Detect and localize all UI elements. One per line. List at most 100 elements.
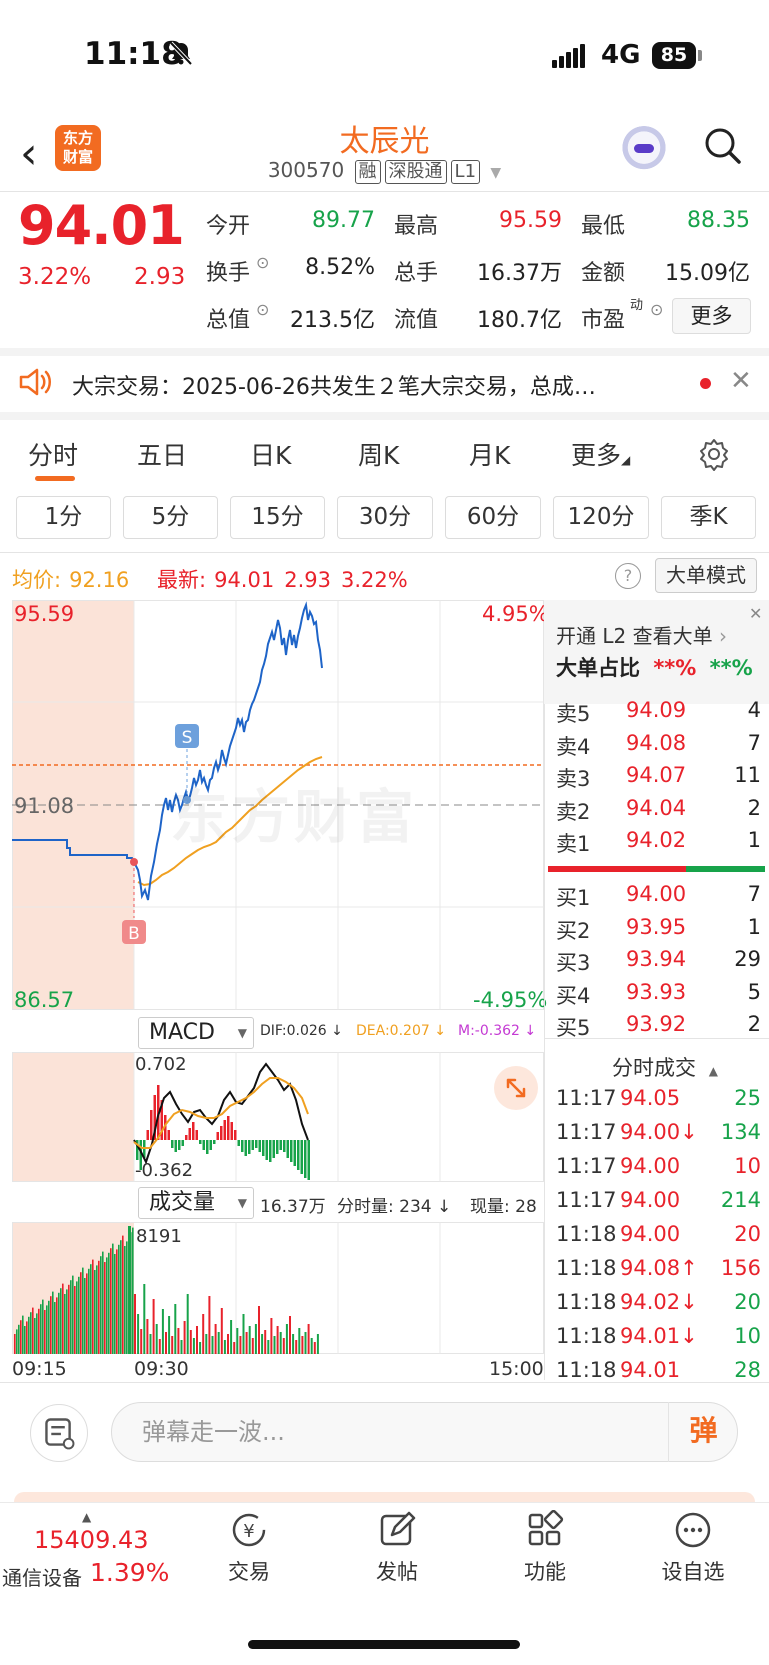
tab-monthly-k[interactable]: 月K <box>469 436 510 472</box>
nav-trade[interactable]: ¥ 交易 <box>199 1510 299 1586</box>
ask-row[interactable]: 卖2 94.04 2 <box>556 796 761 828</box>
search-icon[interactable] <box>704 127 742 165</box>
ask-row[interactable]: 卖3 94.07 11 <box>556 763 761 795</box>
sector-index-value[interactable]: 15409.43 <box>34 1526 149 1554</box>
danmu-input[interactable]: 弹幕走一波... <box>111 1402 738 1462</box>
volume-bar <box>118 1244 120 1354</box>
quote-label-turnover: 换手 <box>206 261 251 286</box>
subtab-5min[interactable]: 5分 <box>123 496 218 539</box>
volume-bar <box>134 1294 136 1354</box>
gear-icon[interactable] <box>697 437 731 471</box>
more-dots-icon <box>675 1512 711 1548</box>
volume-bar <box>18 1324 20 1354</box>
nav-functions[interactable]: 功能 <box>495 1510 595 1586</box>
subtab-30min[interactable]: 30分 <box>337 496 433 539</box>
subtab-1min[interactable]: 1分 <box>16 496 111 539</box>
ask-row[interactable]: 卖5 94.09 4 <box>556 698 761 730</box>
subtab-15min[interactable]: 15分 <box>230 496 325 539</box>
volume-chart[interactable] <box>12 1222 544 1354</box>
grid-icon <box>528 1510 564 1546</box>
volume-bar <box>72 1275 74 1354</box>
close-icon[interactable]: ✕ <box>730 366 752 396</box>
volume-bar <box>192 1338 195 1354</box>
latest-change: 2.93 <box>284 568 331 592</box>
macd-bar <box>174 1140 177 1152</box>
bid-row[interactable]: 买3 93.94 29 <box>556 947 761 979</box>
l2-promo-text[interactable]: 开通 L2 查看大单 › <box>556 620 727 649</box>
quote-value-total-volume: 16.37万 <box>477 261 562 286</box>
volume-bar <box>251 1338 254 1354</box>
quote-value-float-cap: 180.7亿 <box>477 308 562 333</box>
tab-daily-k[interactable]: 日K <box>250 436 291 472</box>
bid-row[interactable]: 买5 93.92 2 <box>556 1012 761 1044</box>
help-icon[interactable]: ? <box>615 563 641 589</box>
trade-row: 11:17 94.00↓ 134 <box>556 1120 761 1154</box>
danmu-send-button[interactable]: 弹 <box>668 1402 738 1462</box>
quote-label-low: 最低 <box>581 214 626 239</box>
close-icon[interactable]: ✕ <box>749 604 762 623</box>
subtab-quarter-k[interactable]: 季K <box>661 496 756 539</box>
trade-price: 94.02↓ <box>620 1290 698 1314</box>
ask-label: 卖4 <box>556 734 591 759</box>
trades-title[interactable]: 分时成交 ▲ <box>612 1052 718 1082</box>
macd-bar <box>272 1140 275 1158</box>
volume-bar <box>20 1320 22 1354</box>
volume-bar <box>94 1270 96 1354</box>
prev-close-label: 91.08 <box>14 794 75 818</box>
subtab-120min[interactable]: 120分 <box>553 496 649 539</box>
nav-post[interactable]: 发帖 <box>347 1510 447 1586</box>
volume-bar <box>34 1318 36 1354</box>
ask-volume: 4 <box>747 698 761 722</box>
macd-bar <box>146 1130 149 1140</box>
y-max-label: 95.59 <box>14 602 75 626</box>
expand-icon[interactable] <box>494 1066 538 1110</box>
volume-bar <box>183 1321 186 1354</box>
tab-five-day[interactable]: 五日 <box>137 436 187 472</box>
bid-row[interactable]: 买4 93.93 5 <box>556 980 761 1012</box>
avg-price: 均价: 92.16 <box>12 564 129 594</box>
volume-bar <box>16 1329 18 1354</box>
assistant-robot-icon[interactable] <box>620 126 668 174</box>
volume-bar <box>40 1304 42 1354</box>
latest-price: 最新: 94.01 2.93 3.22% <box>157 564 408 594</box>
edit-icon <box>380 1511 416 1546</box>
volume-bar <box>54 1302 56 1354</box>
volume-bar <box>165 1332 167 1354</box>
tab-weekly-k[interactable]: 周K <box>358 436 399 472</box>
trade-row: 11:17 94.00 10 <box>556 1154 761 1188</box>
volume-bar <box>110 1248 112 1354</box>
info-icon[interactable]: ⊙ <box>256 253 269 272</box>
tab-more[interactable]: 更多◢ <box>571 436 630 472</box>
volume-bar <box>276 1326 279 1354</box>
volume-bar <box>227 1334 229 1354</box>
more-button[interactable]: 更多 <box>672 298 751 334</box>
news-ticker[interactable]: 大宗交易：2025-06-26共发生２笔大宗交易，总成… <box>72 369 672 401</box>
bid-price: 93.94 <box>626 947 687 971</box>
ask-row[interactable]: 卖4 94.08 7 <box>556 731 761 763</box>
ask-row[interactable]: 卖1 94.02 1 <box>556 828 761 860</box>
subtab-60min[interactable]: 60分 <box>445 496 541 539</box>
sector-name[interactable]: 通信设备 <box>2 1562 82 1591</box>
macd-chart[interactable] <box>12 1052 544 1182</box>
info-icon[interactable]: ⊙ <box>650 300 663 319</box>
tab-intraday[interactable]: 分时 <box>28 436 78 472</box>
trade-volume: 25 <box>734 1086 761 1110</box>
bid-label: 买3 <box>556 951 591 975</box>
volume-bar <box>26 1321 28 1354</box>
bid-row[interactable]: 买1 94.00 7 <box>556 882 761 914</box>
trade-price: 94.08↑ <box>620 1256 698 1280</box>
big-order-mode-button[interactable]: 大单模式 <box>655 558 757 593</box>
macd-bar <box>300 1140 303 1174</box>
quote-value-high: 95.59 <box>499 208 562 233</box>
indicator-selector-macd[interactable]: MACD ▼ <box>138 1017 254 1049</box>
tag-level: L1 <box>450 160 481 184</box>
danmu-toggle-icon[interactable] <box>30 1404 88 1462</box>
volume-bar <box>205 1334 208 1354</box>
time-axis-open: 09:30 <box>134 1358 189 1380</box>
bid-row[interactable]: 买2 93.95 1 <box>556 915 761 947</box>
minute-volume: 分时量: 234 ↓ <box>337 1197 452 1217</box>
macd-bar <box>181 1140 184 1146</box>
nav-add-watchlist[interactable]: 设自选 <box>643 1510 743 1586</box>
info-icon[interactable]: ⊙ <box>256 300 269 319</box>
indicator-selector-volume[interactable]: 成交量 ▼ <box>138 1187 254 1219</box>
